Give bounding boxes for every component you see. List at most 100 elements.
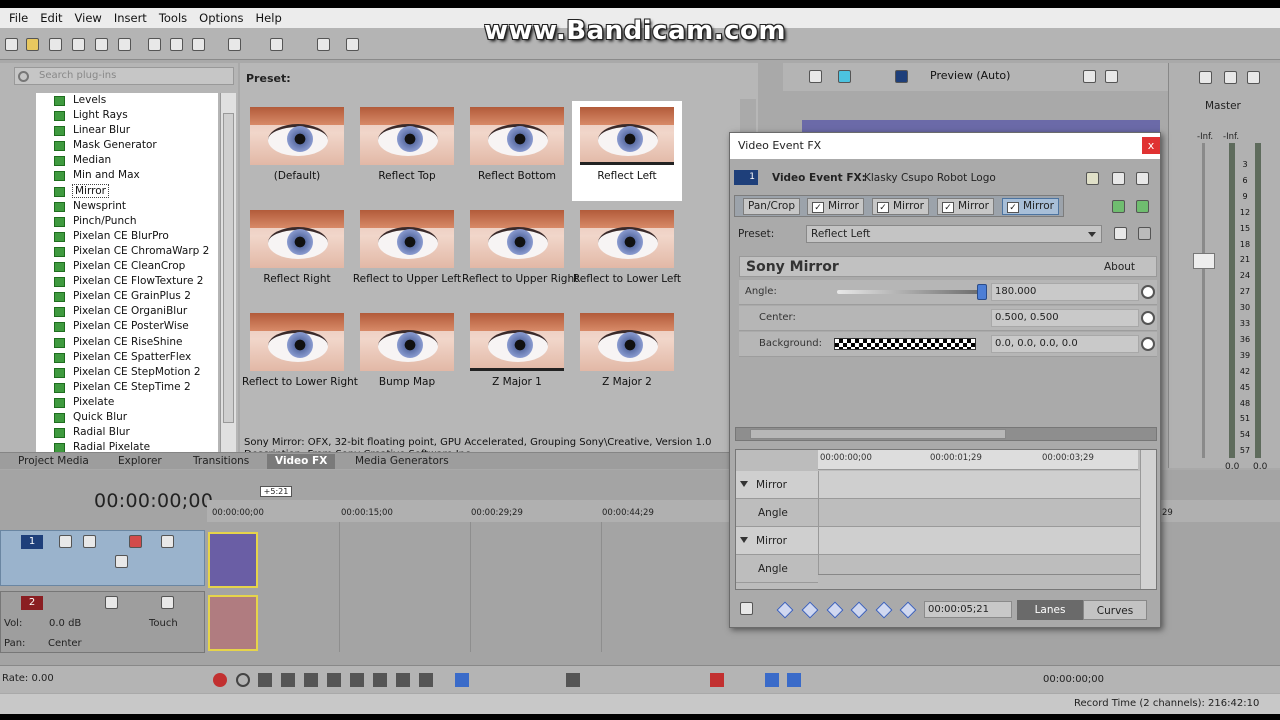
track-fx-icon[interactable] [83, 535, 96, 548]
keyframe-lane[interactable] [818, 499, 1140, 526]
plugin-list-item[interactable]: Median [36, 153, 218, 168]
undo-icon[interactable] [228, 38, 241, 51]
normal-edit-tool-icon[interactable] [455, 673, 469, 687]
master-properties-icon[interactable] [1199, 71, 1212, 84]
remove-plugin-icon[interactable] [1136, 200, 1149, 213]
save-preset-icon[interactable] [1114, 227, 1127, 240]
keyframe-lane[interactable] [818, 527, 1140, 554]
plugin-list-item[interactable]: Mirror [36, 183, 218, 199]
track-motion-icon[interactable] [59, 535, 72, 548]
next-keyframe-icon[interactable] [875, 601, 893, 619]
menu-file[interactable]: File [3, 11, 34, 25]
menu-insert[interactable]: Insert [108, 11, 153, 25]
volume-value[interactable]: 0.0 dB [49, 618, 81, 629]
plugin-list-item[interactable]: Pixelan CE CleanCrop [36, 259, 218, 274]
split-screen-icon[interactable] [895, 70, 908, 83]
keyframe-lane[interactable] [818, 471, 1140, 498]
preset-tile[interactable]: Reflect to Lower Right [242, 307, 358, 407]
master-fx-icon[interactable] [1224, 71, 1237, 84]
chain-list-icon[interactable] [1086, 172, 1099, 185]
go-to-end-icon[interactable] [373, 673, 387, 687]
kf-group-row[interactable]: Mirror [736, 527, 1140, 555]
search-plugins-input[interactable]: Search plug-ins [14, 67, 234, 85]
plugin-list-item[interactable]: Mask Generator [36, 138, 218, 153]
copy-icon[interactable] [170, 38, 183, 51]
selection-length-marker[interactable]: +5:21 [260, 486, 292, 497]
keyframe-scrollbar[interactable] [818, 574, 1140, 588]
about-link[interactable]: About [1104, 261, 1135, 273]
tab-transitions[interactable]: Transitions [185, 454, 257, 469]
preset-tile[interactable]: Reflect to Upper Left [352, 204, 462, 304]
checkbox-icon[interactable]: ✓ [942, 202, 954, 213]
center-value-field[interactable]: 0.500, 0.500 [991, 309, 1139, 327]
preset-tile[interactable]: Reflect to Upper Right [462, 204, 578, 304]
animate-background-icon[interactable] [1141, 337, 1155, 351]
chain-grid-icon[interactable] [1112, 172, 1125, 185]
chain-details-icon[interactable] [1136, 172, 1149, 185]
menu-edit[interactable]: Edit [34, 11, 68, 25]
scrollbar-thumb[interactable] [750, 429, 1006, 439]
plugin-list-item[interactable]: Pixelan CE PosterWise [36, 319, 218, 334]
preview-quality-dropdown[interactable]: Preview (Auto) [930, 69, 1010, 82]
project-properties-icon[interactable] [809, 70, 822, 83]
first-keyframe-icon[interactable] [776, 601, 794, 619]
auto-ripple-icon[interactable] [346, 38, 359, 51]
plugin-list-item[interactable]: Pixelan CE StepMotion 2 [36, 365, 218, 380]
animate-center-icon[interactable] [1141, 311, 1155, 325]
animate-angle-icon[interactable] [1141, 285, 1155, 299]
open-folder-icon[interactable] [26, 38, 39, 51]
save-snapshot-icon[interactable] [1105, 70, 1118, 83]
chain-mirror-4-button[interactable]: ✓ Mirror [1002, 198, 1059, 215]
chain-mirror-2-button[interactable]: ✓ Mirror [872, 198, 929, 215]
auto-crossfade-icon[interactable] [787, 673, 801, 687]
plugin-list-item[interactable]: Min and Max [36, 168, 218, 183]
copy-snapshot-icon[interactable] [1083, 70, 1096, 83]
pause-icon[interactable] [304, 673, 318, 687]
loop-icon[interactable] [236, 673, 250, 687]
plugin-list-item[interactable]: Pixelan CE ChromaWarp 2 [36, 244, 218, 259]
record-icon[interactable] [213, 673, 227, 687]
params-horizontal-scrollbar[interactable] [735, 427, 1157, 441]
previous-frame-icon[interactable] [396, 673, 410, 687]
preset-tile[interactable]: Bump Map [352, 307, 462, 407]
background-value-field[interactable]: 0.0, 0.0, 0.0, 0.0 [991, 335, 1139, 353]
plugin-list-item[interactable]: Levels [36, 93, 218, 108]
collapse-icon[interactable] [740, 481, 748, 487]
plugin-list-item[interactable]: Pinch/Punch [36, 214, 218, 229]
enable-snapping-icon[interactable] [317, 38, 330, 51]
video-track-header[interactable]: 1 [0, 530, 205, 586]
checkbox-icon[interactable]: ✓ [812, 202, 824, 213]
play-from-start-icon[interactable] [258, 673, 272, 687]
plugin-list-item[interactable]: Pixelan CE GrainPlus 2 [36, 289, 218, 304]
plugin-list-scrollbar[interactable] [220, 93, 236, 453]
keyframe-vertical-scrollbar[interactable] [1140, 450, 1156, 589]
audio-track-header[interactable]: 2 Vol: 0.0 dB Touch Pan: Center [0, 591, 205, 653]
preset-tile[interactable]: Z Major 1 [462, 307, 572, 407]
preset-tile[interactable]: (Default) [242, 101, 352, 201]
checkbox-icon[interactable]: ✓ [1007, 202, 1019, 213]
plugin-list-item[interactable]: Pixelan CE RiseShine [36, 335, 218, 350]
scrollbar-thumb[interactable] [223, 113, 234, 423]
sync-cursor-icon[interactable] [740, 602, 753, 615]
tab-media-generators[interactable]: Media Generators [347, 454, 457, 469]
angle-slider-track[interactable] [837, 290, 979, 294]
last-keyframe-icon[interactable] [899, 601, 917, 619]
tab-project-media[interactable]: Project Media [10, 454, 97, 469]
mute-icon[interactable] [1247, 71, 1260, 84]
curves-button[interactable]: Curves [1083, 600, 1147, 620]
menu-view[interactable]: View [69, 11, 108, 25]
stop-icon[interactable] [327, 673, 341, 687]
compositing-mode-icon[interactable] [129, 535, 142, 548]
plugin-list-item[interactable]: Pixelan CE BlurPro [36, 229, 218, 244]
lanes-button[interactable]: Lanes [1017, 600, 1083, 620]
keyframe-ruler[interactable]: 00:00:00;00 00:00:01;29 00:00:03;29 [818, 450, 1138, 470]
tab-explorer[interactable]: Explorer [110, 454, 170, 469]
previous-keyframe-icon[interactable] [801, 601, 819, 619]
plugin-list-item[interactable]: Linear Blur [36, 123, 218, 138]
angle-value-field[interactable]: 180.000 [991, 283, 1139, 301]
preset-dropdown[interactable]: Reflect Left [806, 225, 1102, 243]
preset-tile[interactable]: Reflect to Lower Left [572, 204, 682, 304]
audio-fx-icon[interactable] [105, 596, 118, 609]
plugin-list-item[interactable]: Pixelan CE StepTime 2 [36, 380, 218, 395]
plugin-list-item[interactable]: Pixelan CE SpatterFlex [36, 350, 218, 365]
